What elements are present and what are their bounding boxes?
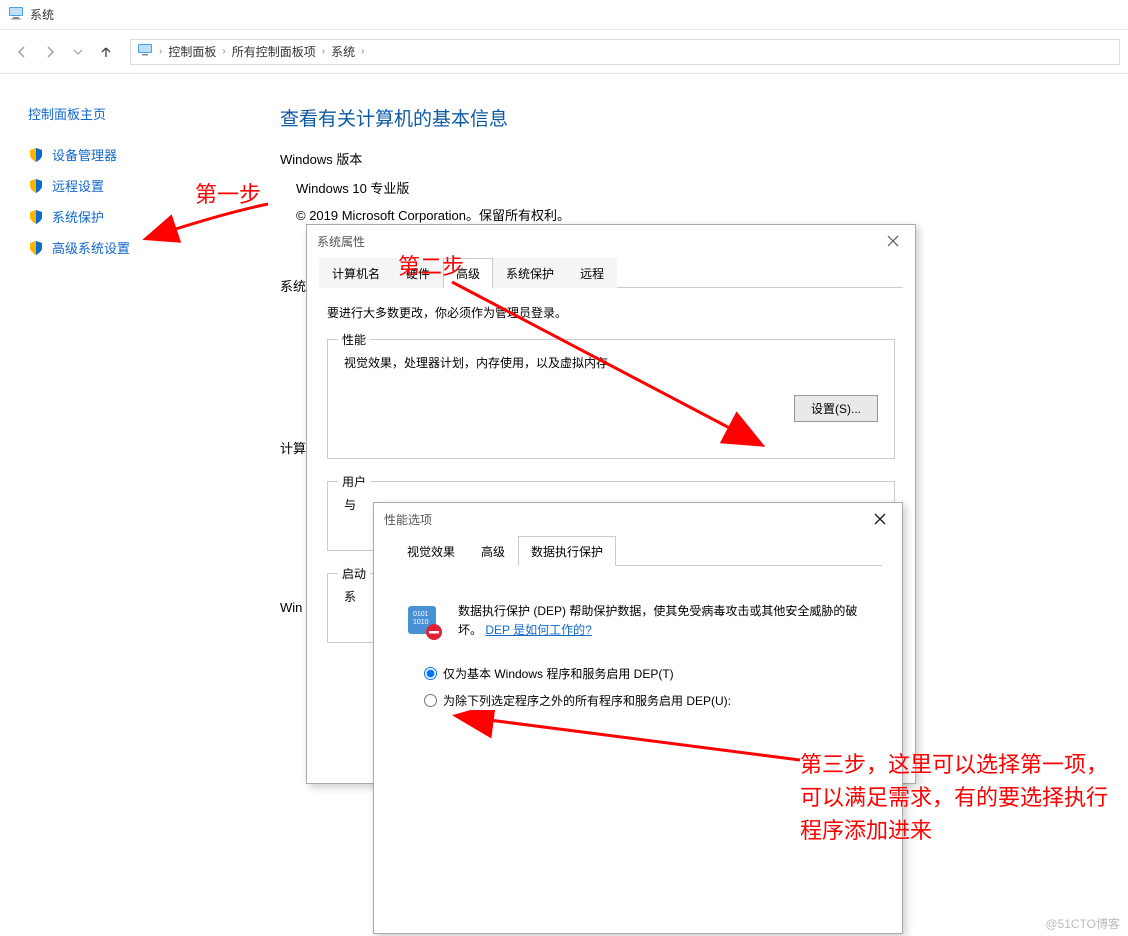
tab-visual-effects[interactable]: 视觉效果 (394, 536, 468, 566)
annotation-step3: 第三步，这里可以选择第一项，可以满足需求，有的要选择执行程序添加进来 (800, 748, 1110, 847)
close-button[interactable] (881, 229, 905, 253)
dep-radio-essential[interactable]: 仅为基本 Windows 程序和服务启用 DEP(T) (424, 665, 882, 682)
performance-legend: 性能 (338, 331, 370, 348)
chevron-right-icon[interactable]: › (159, 46, 162, 57)
tab-dep[interactable]: 数据执行保护 (518, 536, 616, 566)
dep-chip-icon: 01011010 (404, 602, 444, 645)
windows-copyright: © 2019 Microsoft Corporation。保留所有权利。 (280, 205, 1128, 224)
perfopts-tabs: 视觉效果 高级 数据执行保护 (394, 535, 882, 566)
radio-input[interactable] (424, 667, 437, 680)
watermark: @51CTO博客 (1045, 915, 1120, 932)
page-heading: 查看有关计算机的基本信息 (280, 104, 1128, 131)
dialog-title: 性能选项 (384, 511, 432, 528)
computer-icon (137, 42, 153, 61)
arrow-icon (130, 196, 280, 256)
svg-text:0101: 0101 (413, 611, 429, 618)
performance-settings-button[interactable]: 设置(S)... (794, 395, 878, 422)
computer-icon (8, 5, 24, 24)
sidebar-item-label: 高级系统设置 (52, 238, 130, 257)
bg-label: 计算 (280, 438, 306, 457)
radio-input[interactable] (424, 694, 437, 707)
sidebar-item-label: 设备管理器 (52, 145, 117, 164)
section-windows-version: Windows 版本 (280, 149, 1128, 168)
dialog-title: 系统属性 (317, 233, 365, 250)
sidebar-item-label: 远程设置 (52, 176, 104, 195)
shield-icon (28, 209, 44, 225)
user-legend: 用户 (338, 473, 370, 490)
bg-label: 系统 (280, 276, 306, 295)
chevron-right-icon[interactable]: › (361, 46, 364, 57)
dialog-titlebar: 性能选项 (374, 503, 902, 535)
windows-edition: Windows 10 专业版 (280, 178, 1128, 197)
sidebar-item-device-manager[interactable]: 设备管理器 (28, 145, 240, 164)
sidebar-item-label: 系统保护 (52, 207, 104, 226)
dep-description: 数据执行保护 (DEP) 帮助保护数据，使其免受病毒攻击或其他安全威胁的破坏。 … (458, 602, 872, 640)
arrow-icon (440, 710, 820, 780)
chevron-right-icon[interactable]: › (322, 46, 325, 57)
breadcrumb-item[interactable]: 控制面板 (168, 43, 216, 60)
window-title: 系统 (30, 6, 54, 23)
radio-label: 仅为基本 Windows 程序和服务启用 DEP(T) (443, 665, 674, 682)
recent-button[interactable] (64, 38, 92, 66)
dep-radio-all-except[interactable]: 为除下列选定程序之外的所有程序和服务启用 DEP(U): (424, 692, 882, 709)
tab-computer-name[interactable]: 计算机名 (319, 258, 393, 288)
chevron-right-icon[interactable]: › (222, 46, 225, 57)
breadcrumb-item[interactable]: 所有控制面板项 (232, 43, 316, 60)
tab-advanced[interactable]: 高级 (468, 536, 518, 566)
dep-how-link[interactable]: DEP 是如何工作的? (485, 623, 591, 637)
breadcrumb-item[interactable]: 系统 (331, 43, 355, 60)
bg-label: Win (280, 600, 302, 615)
radio-label: 为除下列选定程序之外的所有程序和服务启用 DEP(U): (443, 692, 731, 709)
startup-legend: 启动 (338, 565, 370, 582)
sidebar-home-link[interactable]: 控制面板主页 (28, 104, 240, 123)
forward-button[interactable] (36, 38, 64, 66)
address-bar[interactable]: › 控制面板 › 所有控制面板项 › 系统 › (130, 39, 1120, 65)
shield-icon (28, 178, 44, 194)
shield-icon (28, 240, 44, 256)
shield-icon (28, 147, 44, 163)
up-button[interactable] (92, 38, 120, 66)
close-button[interactable] (868, 507, 892, 531)
titlebar: 系统 (0, 0, 1128, 30)
svg-text:1010: 1010 (413, 619, 429, 626)
navbar: › 控制面板 › 所有控制面板项 › 系统 › (0, 30, 1128, 74)
back-button[interactable] (8, 38, 36, 66)
arrow-icon (440, 276, 780, 466)
